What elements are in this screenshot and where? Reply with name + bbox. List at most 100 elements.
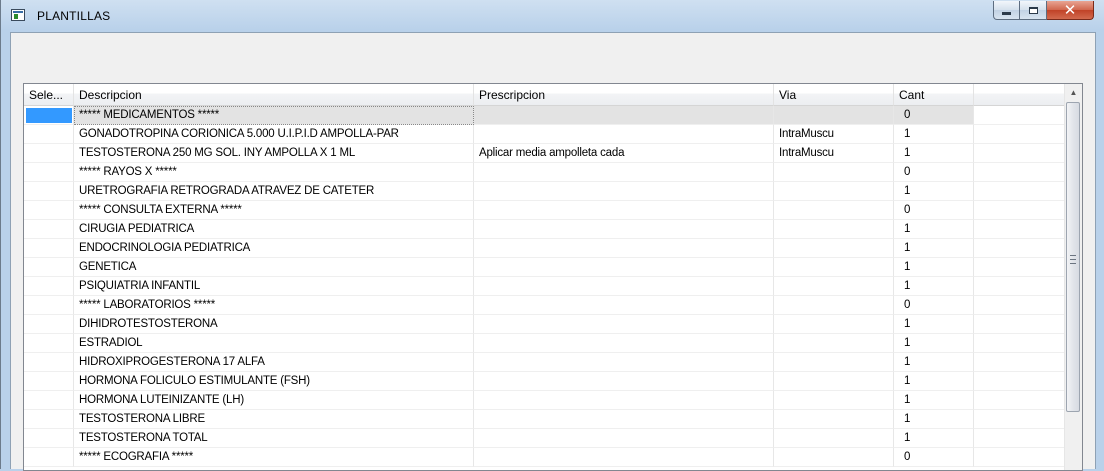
table-row[interactable]: HORMONA FOLICULO ESTIMULANTE (FSH) 1	[24, 372, 1064, 391]
descripcion-cell[interactable]: HIDROXIPROGESTERONA 17 ALFA	[74, 353, 474, 372]
via-cell[interactable]	[774, 410, 894, 429]
table-row[interactable]: ***** ECOGRAFIA ***** 0	[24, 448, 1064, 467]
via-cell[interactable]	[774, 201, 894, 220]
cant-cell[interactable]: 0	[894, 106, 974, 125]
prescripcion-cell[interactable]	[474, 429, 774, 448]
column-header-descripcion[interactable]: Descripcion	[74, 84, 474, 106]
descripcion-cell[interactable]: ***** ECOGRAFIA *****	[74, 448, 474, 467]
via-cell[interactable]	[774, 182, 894, 201]
via-cell[interactable]: IntraMuscu	[774, 125, 894, 144]
via-cell[interactable]: IntraMuscu	[774, 144, 894, 163]
table-row[interactable]: ***** RAYOS X ***** 0	[24, 163, 1064, 182]
prescripcion-cell[interactable]	[474, 239, 774, 258]
prescripcion-cell[interactable]	[474, 410, 774, 429]
cant-cell[interactable]: 1	[894, 353, 974, 372]
table-row[interactable]: ESTRADIOL 1	[24, 334, 1064, 353]
row-selector-cell[interactable]	[24, 410, 74, 429]
cant-cell[interactable]: 0	[894, 201, 974, 220]
row-selector-cell[interactable]	[24, 391, 74, 410]
prescripcion-cell[interactable]	[474, 448, 774, 467]
via-cell[interactable]	[774, 258, 894, 277]
via-cell[interactable]	[774, 163, 894, 182]
descripcion-cell[interactable]: ESTRADIOL	[74, 334, 474, 353]
via-cell[interactable]	[774, 448, 894, 467]
row-selector-cell[interactable]	[24, 106, 74, 125]
cant-cell[interactable]: 1	[894, 125, 974, 144]
descripcion-cell[interactable]: ***** MEDICAMENTOS *****	[74, 106, 474, 125]
cant-cell[interactable]: 1	[894, 182, 974, 201]
column-header-via[interactable]: Via	[774, 84, 894, 106]
descripcion-cell[interactable]: ***** RAYOS X *****	[74, 163, 474, 182]
descripcion-cell[interactable]: URETROGRAFIA RETROGRADA ATRAVEZ DE CATET…	[74, 182, 474, 201]
row-selector-cell[interactable]	[24, 220, 74, 239]
table-row[interactable]: ***** CONSULTA EXTERNA ***** 0	[24, 201, 1064, 220]
via-cell[interactable]	[774, 220, 894, 239]
descripcion-cell[interactable]: GONADOTROPINA CORIONICA 5.000 U.I.P.I.D …	[74, 125, 474, 144]
row-selector-cell[interactable]	[24, 334, 74, 353]
table-row[interactable]: TESTOSTERONA 250 MG SOL. INY AMPOLLA X 1…	[24, 144, 1064, 163]
descripcion-cell[interactable]: PSIQUIATRIA INFANTIL	[74, 277, 474, 296]
cant-cell[interactable]: 0	[894, 163, 974, 182]
title-bar[interactable]: PLANTILLAS ✕	[1, 0, 1104, 32]
via-cell[interactable]	[774, 239, 894, 258]
cant-cell[interactable]: 0	[894, 448, 974, 467]
plantillas-grid[interactable]: Sele... Descripcion Prescripcion Via Can…	[23, 83, 1083, 471]
row-selector-cell[interactable]	[24, 201, 74, 220]
row-selector-cell[interactable]	[24, 144, 74, 163]
row-selector-cell[interactable]	[24, 125, 74, 144]
cant-cell[interactable]: 1	[894, 334, 974, 353]
cant-cell[interactable]: 1	[894, 391, 974, 410]
descripcion-cell[interactable]: TESTOSTERONA LIBRE	[74, 410, 474, 429]
table-row[interactable]: URETROGRAFIA RETROGRADA ATRAVEZ DE CATET…	[24, 182, 1064, 201]
prescripcion-cell[interactable]	[474, 182, 774, 201]
descripcion-cell[interactable]: TESTOSTERONA TOTAL	[74, 429, 474, 448]
row-selector-cell[interactable]	[24, 258, 74, 277]
descripcion-cell[interactable]: GENETICA	[74, 258, 474, 277]
prescripcion-cell[interactable]	[474, 315, 774, 334]
cant-cell[interactable]: 1	[894, 372, 974, 391]
descripcion-cell[interactable]: HORMONA LUTEINIZANTE (LH)	[74, 391, 474, 410]
via-cell[interactable]	[774, 296, 894, 315]
row-selector-cell[interactable]	[24, 182, 74, 201]
scroll-up-button[interactable]: ▲	[1065, 84, 1082, 101]
prescripcion-cell[interactable]	[474, 258, 774, 277]
via-cell[interactable]	[774, 334, 894, 353]
close-button[interactable]: ✕	[1047, 1, 1094, 20]
prescripcion-cell[interactable]	[474, 277, 774, 296]
prescripcion-cell[interactable]	[474, 220, 774, 239]
cant-cell[interactable]: 1	[894, 410, 974, 429]
via-cell[interactable]	[774, 429, 894, 448]
row-selector-cell[interactable]	[24, 239, 74, 258]
table-row[interactable]: GENETICA 1	[24, 258, 1064, 277]
cant-cell[interactable]: 0	[894, 296, 974, 315]
maximize-button[interactable]	[1020, 1, 1047, 20]
descripcion-cell[interactable]: ***** CONSULTA EXTERNA *****	[74, 201, 474, 220]
table-row[interactable]: ***** LABORATORIOS ***** 0	[24, 296, 1064, 315]
column-header-seleccion[interactable]: Sele...	[24, 84, 74, 106]
prescripcion-cell[interactable]	[474, 296, 774, 315]
column-header-prescripcion[interactable]: Prescripcion	[474, 84, 774, 106]
table-row[interactable]: PSIQUIATRIA INFANTIL 1	[24, 277, 1064, 296]
cant-cell[interactable]: 1	[894, 144, 974, 163]
minimize-button[interactable]	[993, 1, 1020, 20]
scroll-thumb[interactable]	[1066, 102, 1080, 412]
via-cell[interactable]	[774, 277, 894, 296]
via-cell[interactable]	[774, 353, 894, 372]
column-header-cant[interactable]: Cant	[894, 84, 974, 106]
cant-cell[interactable]: 1	[894, 258, 974, 277]
descripcion-cell[interactable]: CIRUGIA PEDIATRICA	[74, 220, 474, 239]
descripcion-cell[interactable]: TESTOSTERONA 250 MG SOL. INY AMPOLLA X 1…	[74, 144, 474, 163]
descripcion-cell[interactable]: ENDOCRINOLOGIA PEDIATRICA	[74, 239, 474, 258]
table-row[interactable]: DIHIDROTESTOSTERONA 1	[24, 315, 1064, 334]
via-cell[interactable]	[774, 372, 894, 391]
via-cell[interactable]	[774, 315, 894, 334]
table-row[interactable]: TESTOSTERONA LIBRE 1	[24, 410, 1064, 429]
prescripcion-cell[interactable]	[474, 372, 774, 391]
row-selector-cell[interactable]	[24, 277, 74, 296]
row-selector-cell[interactable]	[24, 163, 74, 182]
via-cell[interactable]	[774, 106, 894, 125]
table-row[interactable]: GONADOTROPINA CORIONICA 5.000 U.I.P.I.D …	[24, 125, 1064, 144]
descripcion-cell[interactable]: ***** LABORATORIOS *****	[74, 296, 474, 315]
via-cell[interactable]	[774, 391, 894, 410]
descripcion-cell[interactable]: HORMONA FOLICULO ESTIMULANTE (FSH)	[74, 372, 474, 391]
